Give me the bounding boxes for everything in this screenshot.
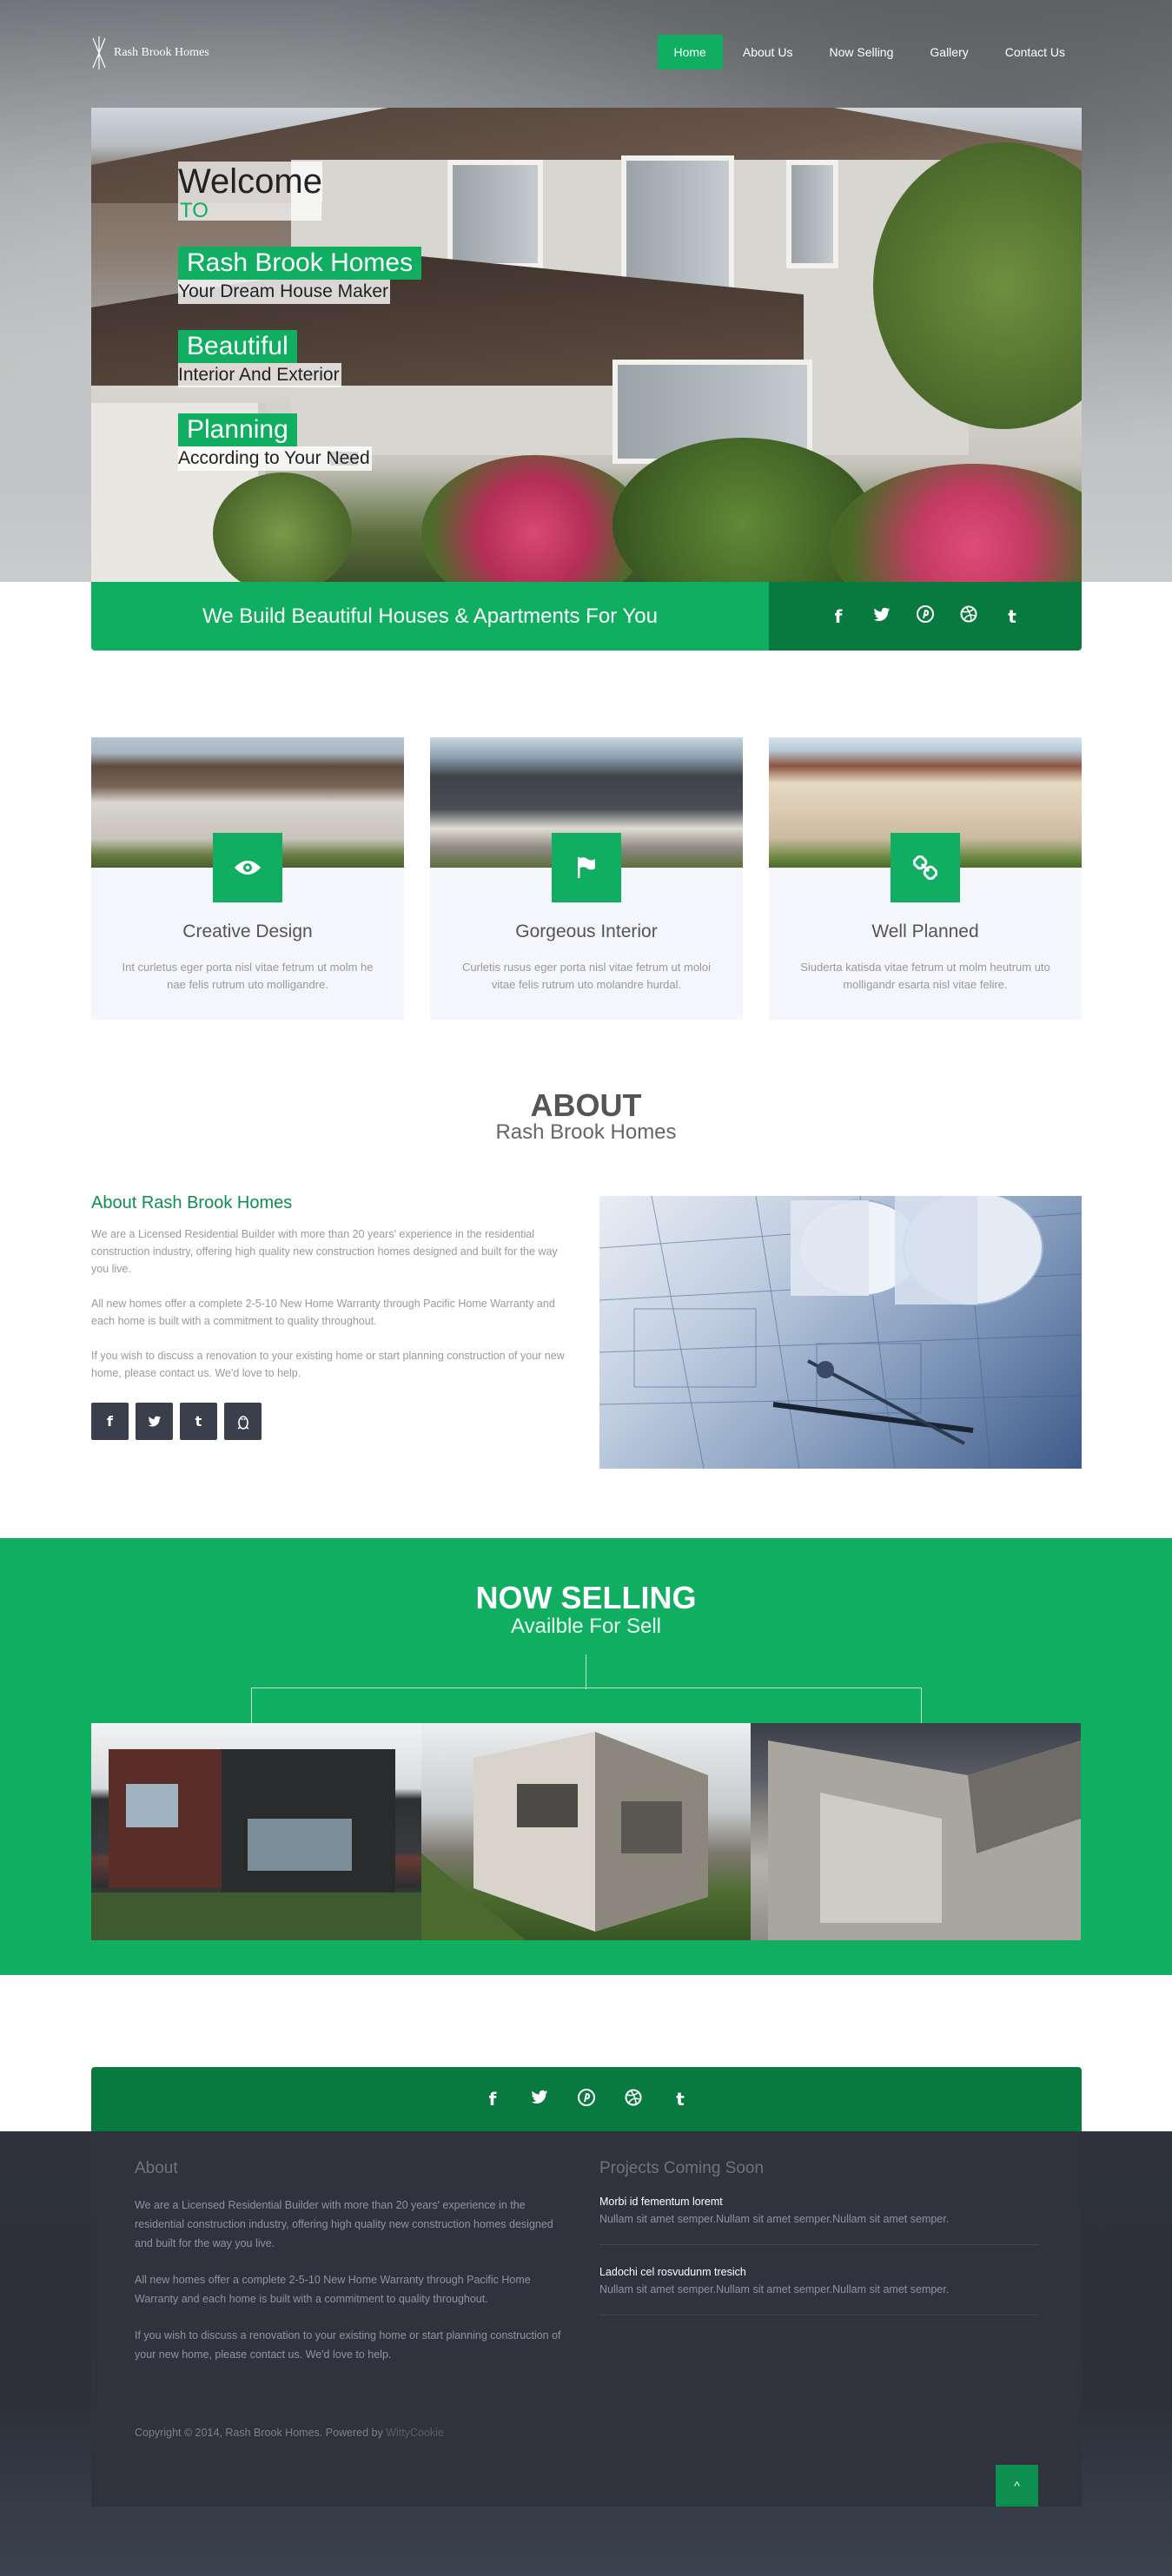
footer-projects-title: Projects Coming Soon — [599, 2159, 765, 2177]
project-item[interactable]: Morbi id fementum loremt Nullam sit amet… — [599, 2196, 1038, 2245]
back-to-top-button[interactable]: ^ — [996, 2465, 1038, 2507]
logo-mark-icon — [92, 36, 106, 69]
footer-about-paragraph: We are a Licensed Residential Builder wi… — [135, 2199, 553, 2249]
hero-welcome: Welcome — [178, 162, 322, 201]
tagline-banner: We Build Beautiful Houses & Apartments F… — [91, 582, 1082, 651]
copyright-text: Copyright © 2014, Rash Brook Homes. Powe… — [135, 2427, 383, 2439]
feature-badge — [552, 833, 621, 902]
link-icon — [913, 855, 937, 880]
hero-line-subtitle: Your Dream House Maker — [178, 280, 390, 304]
top-bar: Rash Brook Homes Home About Us Now Selli… — [91, 33, 1082, 75]
nav-contact-us[interactable]: Contact Us — [989, 35, 1082, 69]
about-text-block: About Rash Brook Homes We are a Licensed… — [91, 1193, 578, 1440]
tumblr-icon[interactable]: t — [670, 2089, 691, 2110]
footer-about-paragraph: All new homes offer a complete 2-5-10 Ne… — [135, 2274, 531, 2305]
logo-text: Rash Brook Homes — [114, 46, 209, 59]
copyright: Copyright © 2014, Rash Brook Homes. Powe… — [135, 2427, 444, 2439]
nav-now-selling[interactable]: Now Selling — [812, 35, 910, 69]
feature-card: Well Planned Siuderta katisda vitae fetr… — [769, 737, 1082, 1020]
facebook-icon[interactable]: f — [828, 606, 849, 627]
about-paragraph: We are a Licensed Residential Builder wi… — [91, 1228, 558, 1275]
feature-text: Int curletus eger porta nisl vitae fetru… — [122, 961, 374, 991]
house-window — [621, 155, 734, 299]
tumblr-icon[interactable]: t — [1002, 606, 1023, 627]
project-description: Nullam sit amet semper.Nullam sit amet s… — [599, 2213, 950, 2225]
about-subheading: Rash Brook Homes — [495, 1120, 677, 1144]
feature-badge — [213, 833, 282, 902]
about-paragraph: All new homes offer a complete 2-5-10 Ne… — [91, 1298, 555, 1327]
nav-about-us[interactable]: About Us — [726, 35, 810, 69]
house-window — [786, 160, 838, 268]
chevron-up-icon: ^ — [1014, 2479, 1020, 2493]
now-selling-section: NOW SELLING Availble For Sell — [0, 1538, 1172, 1975]
hero-line-title: Rash Brook Homes — [178, 247, 422, 280]
blueprint-image — [599, 1196, 1082, 1469]
tumblr-icon[interactable]: t — [180, 1403, 217, 1440]
flower-bush — [830, 464, 1082, 582]
twitter-icon[interactable] — [136, 1403, 173, 1440]
about-paragraph: If you wish to discuss a renovation to y… — [91, 1350, 565, 1379]
tagline: We Build Beautiful Houses & Apartments F… — [91, 582, 769, 651]
feature-text: Curletis rusus eger porta nisl vitae fet… — [461, 961, 712, 991]
flag-icon — [578, 857, 595, 878]
nav-home[interactable]: Home — [657, 35, 723, 69]
house-window — [447, 160, 543, 268]
hero-to: TO — [178, 201, 321, 221]
now-selling-subheading: Availble For Sell — [511, 1615, 661, 1638]
dribbble-icon[interactable] — [623, 2089, 644, 2110]
hero-line-subtitle: Interior And Exterior — [178, 363, 341, 387]
about-heading: ABOUT — [530, 1087, 642, 1123]
pinterest-icon[interactable] — [576, 2088, 597, 2110]
project-item[interactable]: Ladochi cel rosvudunm tresich Nullam sit… — [599, 2266, 1038, 2315]
banner-social-links: f t — [769, 582, 1082, 651]
footer-projects: Projects Coming Soon Morbi id fementum l… — [599, 2159, 1038, 2336]
hero-line-title: Beautiful — [178, 330, 297, 363]
features-row: Creative Design Int curletus eger porta … — [91, 737, 1082, 1020]
footer-about-paragraph: If you wish to discuss a renovation to y… — [135, 2329, 561, 2361]
project-title: Ladochi cel rosvudunm tresich — [599, 2266, 746, 2278]
facebook-icon[interactable]: f — [91, 1403, 129, 1440]
about-social-links: f t — [91, 1403, 578, 1440]
hero-text-block: Welcome TO Rash Brook Homes Your Dream H… — [178, 162, 422, 497]
now-selling-heading: NOW SELLING — [475, 1580, 697, 1615]
hero-line-subtitle: According to Your Need — [178, 446, 372, 471]
eye-icon — [235, 861, 261, 875]
facebook-icon[interactable]: f — [482, 2089, 503, 2110]
twitter-icon[interactable] — [871, 606, 892, 627]
footer-panel: About We are a Licensed Residential Buil… — [91, 2131, 1082, 2507]
gallery-item[interactable] — [751, 1723, 1082, 1940]
nav-gallery[interactable]: Gallery — [913, 35, 984, 69]
twitter-icon[interactable] — [529, 2089, 550, 2110]
project-title: Morbi id fementum loremt — [599, 2196, 723, 2208]
connector-line — [251, 1688, 922, 1724]
about-title: About Rash Brook Homes — [91, 1193, 293, 1212]
linux-icon[interactable] — [224, 1403, 262, 1440]
blueprint-drawing — [599, 1196, 1082, 1469]
feature-title: Well Planned — [871, 921, 979, 941]
feature-title: Gorgeous Interior — [515, 921, 658, 941]
feature-title: Creative Design — [182, 921, 313, 941]
gallery-item[interactable] — [420, 1723, 752, 1940]
footer-about-title: About — [135, 2159, 178, 2177]
footer-social-bar: f t — [91, 2067, 1082, 2131]
hero-line-title: Planning — [178, 413, 297, 446]
powered-by-link[interactable]: WittyCookie — [386, 2427, 444, 2439]
project-description: Nullam sit amet semper.Nullam sit amet s… — [599, 2283, 950, 2295]
feature-card: Gorgeous Interior Curletis rusus eger po… — [430, 737, 743, 1020]
main-nav: Home About Us Now Selling Gallery Contac… — [657, 35, 1083, 69]
pinterest-icon[interactable] — [915, 605, 936, 627]
footer-about: About We are a Licensed Residential Buil… — [135, 2159, 569, 2381]
logo[interactable]: Rash Brook Homes — [91, 36, 209, 69]
feature-badge — [891, 833, 960, 902]
feature-card: Creative Design Int curletus eger porta … — [91, 737, 404, 1020]
selling-gallery — [91, 1723, 1082, 1940]
dribbble-icon[interactable] — [958, 605, 979, 627]
feature-text: Siuderta katisda vitae fetrum ut molm he… — [800, 961, 1050, 991]
gallery-item[interactable] — [91, 1723, 421, 1940]
